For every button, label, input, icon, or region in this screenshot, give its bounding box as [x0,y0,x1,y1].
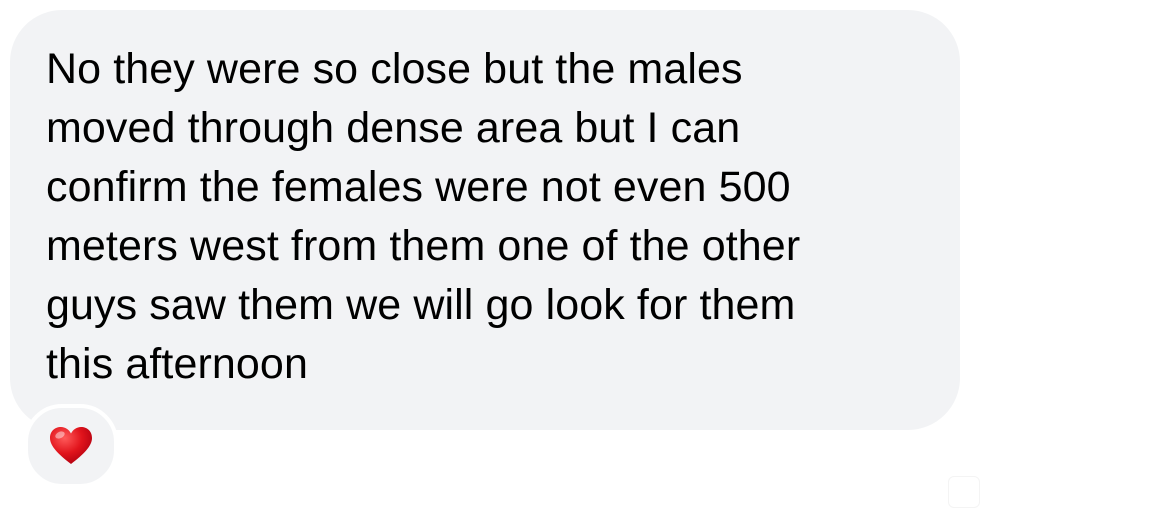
image-placeholder-icon [948,476,980,508]
red-heart-icon [49,426,93,466]
reaction-badge[interactable] [24,404,118,488]
message-text: No they were so close but the males move… [46,45,801,388]
